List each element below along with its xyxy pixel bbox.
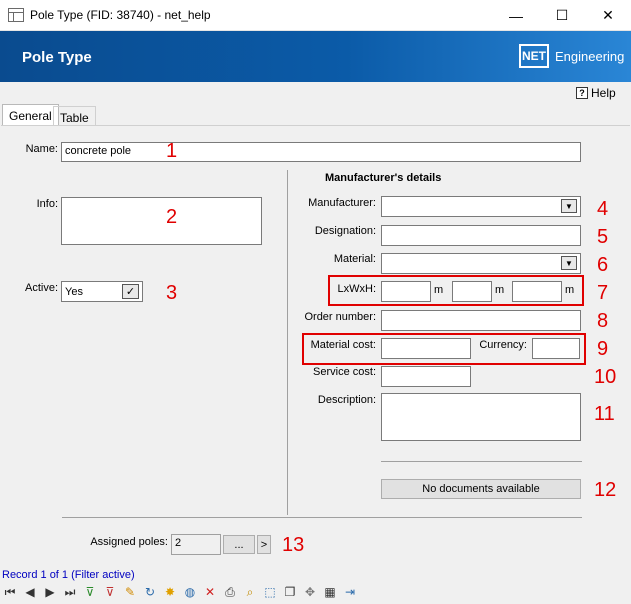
annotation-4: 4 xyxy=(597,198,609,220)
bottom-divider xyxy=(62,517,582,518)
description-textarea[interactable] xyxy=(381,393,581,441)
window-title: Pole Type (FID: 38740) - net_help xyxy=(30,8,211,22)
manufacturer-select[interactable]: ▼ xyxy=(381,196,581,217)
material-label: Material: xyxy=(333,253,376,265)
order-number-label: Order number: xyxy=(304,311,376,323)
active-value: Yes xyxy=(65,285,83,298)
designation-input[interactable] xyxy=(381,225,581,246)
annotation-9: 9 xyxy=(597,338,609,360)
edit-icon[interactable]: ✎ xyxy=(122,584,138,600)
copy-icon[interactable]: ❐ xyxy=(282,584,298,600)
help-label: Help xyxy=(591,86,616,100)
help-icon: ? xyxy=(576,87,588,99)
add-filter-icon[interactable]: ⊽ xyxy=(82,584,98,600)
length-input[interactable] xyxy=(381,281,431,302)
documents-button[interactable]: No documents available xyxy=(381,479,581,499)
help-button[interactable]: ? Help xyxy=(576,86,616,100)
prev-record-icon[interactable]: ◀ xyxy=(22,584,38,600)
info-textarea[interactable] xyxy=(61,197,262,245)
currency-input[interactable] xyxy=(532,338,580,359)
manufacturer-section-title: Manufacturer's details xyxy=(325,172,442,184)
table-icon[interactable]: ▦ xyxy=(322,584,338,600)
annotation-8: 8 xyxy=(597,310,609,332)
documents-divider xyxy=(381,461,582,462)
first-record-icon[interactable]: ⏮ xyxy=(2,584,18,600)
lwh-label: LxWxH: xyxy=(337,283,377,295)
zoom-icon[interactable]: ⌕ xyxy=(242,584,258,600)
assigned-poles-browse-button[interactable]: ... xyxy=(223,535,255,554)
next-record-icon[interactable]: ▶ xyxy=(42,584,58,600)
checkmark-icon: ✓ xyxy=(122,284,139,299)
width-unit: m xyxy=(495,284,505,296)
annotation-11: 11 xyxy=(594,403,615,425)
assigned-poles-label: Assigned poles: xyxy=(90,536,168,548)
annotation-10: 10 xyxy=(594,366,617,388)
minimize-button[interactable]: — xyxy=(493,0,539,31)
form-title: Pole Type xyxy=(22,49,92,66)
currency-label: Currency: xyxy=(479,339,527,351)
globe-icon[interactable]: ◍ xyxy=(182,584,198,600)
annotation-13: 13 xyxy=(282,534,305,556)
height-input[interactable] xyxy=(512,281,562,302)
annotation-12: 12 xyxy=(594,479,617,501)
material-cost-label: Material cost: xyxy=(310,339,376,351)
last-record-icon[interactable]: ⏭ xyxy=(62,584,78,600)
table-app-icon xyxy=(8,8,24,22)
tab-table[interactable]: Table xyxy=(53,106,96,125)
length-unit: m xyxy=(434,284,444,296)
material-select[interactable]: ▼ xyxy=(381,253,581,274)
annotation-3: 3 xyxy=(166,282,178,304)
manufacturer-label: Manufacturer: xyxy=(308,197,376,209)
new-icon[interactable]: ✸ xyxy=(162,584,178,600)
info-label: Info: xyxy=(36,198,58,210)
name-label: Name: xyxy=(25,143,58,155)
active-select[interactable]: Yes ✓ xyxy=(61,281,143,302)
delete-icon[interactable]: ✕ xyxy=(202,584,218,600)
print-icon[interactable]: ⎙ xyxy=(222,584,238,600)
assigned-poles-value: 2 xyxy=(171,534,221,555)
name-input[interactable]: concrete pole xyxy=(61,142,581,162)
chevron-down-icon[interactable]: ▼ xyxy=(561,199,577,213)
annotation-1: 1 xyxy=(166,140,178,162)
order-number-input[interactable] xyxy=(381,310,581,331)
annotation-7: 7 xyxy=(597,282,609,304)
section-divider xyxy=(287,170,288,515)
close-button[interactable]: ✕ xyxy=(585,0,631,31)
move-icon[interactable]: ✥ xyxy=(302,584,318,600)
tab-general[interactable]: General xyxy=(2,104,59,126)
description-label: Description: xyxy=(317,394,376,406)
maximize-button[interactable]: ☐ xyxy=(539,0,585,31)
title-bar: Pole Type (FID: 38740) - net_help — ☐ ✕ xyxy=(0,0,631,31)
net-logo: NET xyxy=(519,44,549,68)
material-cost-input[interactable] xyxy=(381,338,471,359)
select-icon[interactable]: ⬚ xyxy=(262,584,278,600)
chevron-down-icon[interactable]: ▼ xyxy=(561,256,577,270)
remove-filter-icon[interactable]: ⊽ xyxy=(102,584,118,600)
exit-icon[interactable]: ⇥ xyxy=(342,584,358,600)
brand-name: Engineering xyxy=(555,49,625,64)
active-label: Active: xyxy=(24,282,58,294)
service-cost-input[interactable] xyxy=(381,366,471,387)
assigned-poles-next-button[interactable]: > xyxy=(257,535,271,554)
refresh-icon[interactable]: ↻ xyxy=(142,584,158,600)
service-cost-label: Service cost: xyxy=(313,366,376,378)
annotation-6: 6 xyxy=(597,254,609,276)
record-status: Record 1 of 1 (Filter active) xyxy=(2,569,135,581)
annotation-2: 2 xyxy=(166,206,178,228)
record-toolbar: ⏮ ◀ ▶ ⏭ ⊽ ⊽ ✎ ↻ ✸ ◍ ✕ ⎙ ⌕ ⬚ ❐ ✥ ▦ ⇥ xyxy=(2,583,358,601)
height-unit: m xyxy=(565,284,575,296)
designation-label: Designation: xyxy=(314,225,376,237)
width-input[interactable] xyxy=(452,281,492,302)
annotation-5: 5 xyxy=(597,226,609,248)
